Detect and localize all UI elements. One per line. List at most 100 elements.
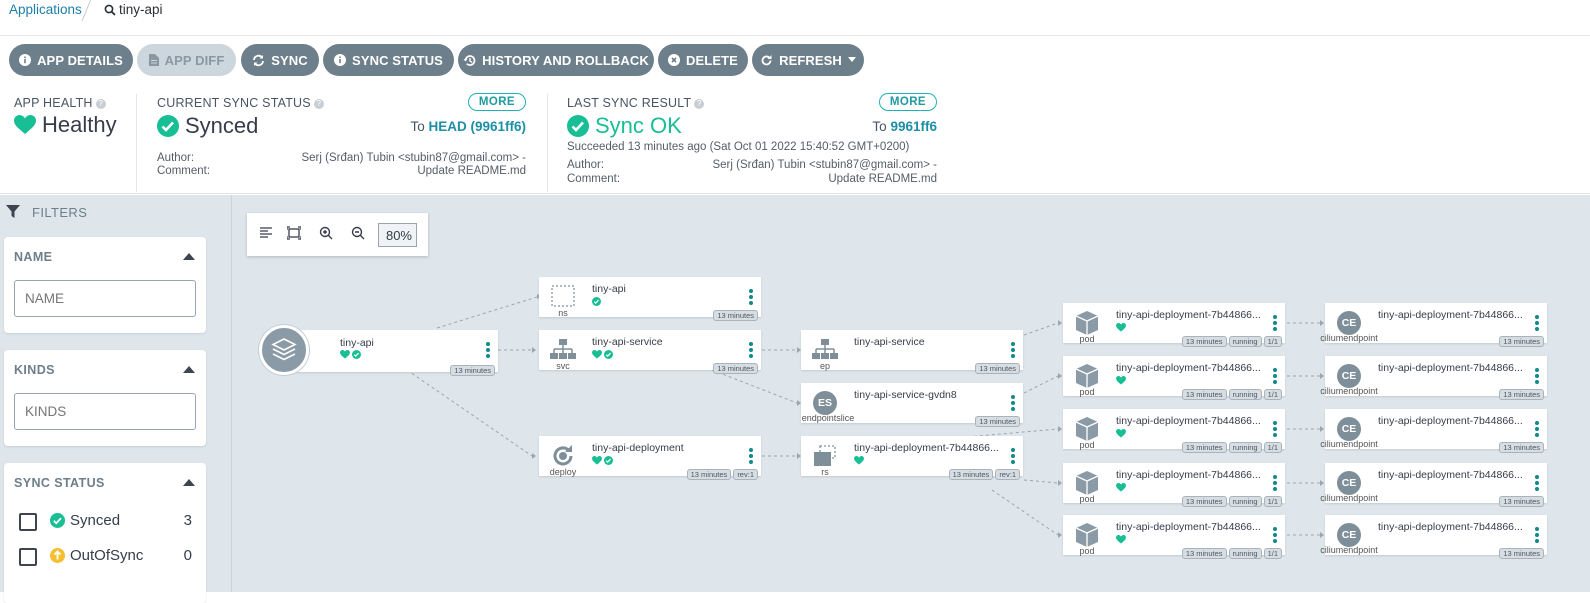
- replicaset-node[interactable]: rs tiny-api-deployment-7b44866... 13 min…: [801, 436, 1023, 480]
- ciliumendpoint-node[interactable]: CE ciliumendpoint tiny-api-deployment-7b…: [1320, 463, 1547, 507]
- help-icon[interactable]: ?: [95, 99, 106, 109]
- outofsync-filter-option[interactable]: OutOfSync: [50, 547, 143, 564]
- node-tags: 13 minutes running 1/1: [1181, 336, 1282, 347]
- more-options-icon[interactable]: [1273, 527, 1277, 545]
- sync-button[interactable]: SYNC: [241, 44, 319, 76]
- pod-node[interactable]: pod tiny-api-deployment-7b44866... 13 mi…: [1063, 356, 1285, 400]
- more-options-icon[interactable]: [486, 342, 490, 360]
- ready-tag: 1/1: [1263, 389, 1282, 400]
- breadcrumb-applications-link[interactable]: Applications: [9, 2, 82, 17]
- more-options-icon[interactable]: [1011, 395, 1015, 413]
- help-icon[interactable]: ?: [313, 99, 324, 109]
- synced-checkbox[interactable]: [19, 513, 37, 531]
- zoom-in-icon[interactable]: [319, 226, 333, 240]
- collapse-caret-icon[interactable]: [183, 366, 195, 373]
- deployment-node[interactable]: deploy tiny-api-deployment 13 minutes rev…: [539, 436, 761, 480]
- more-options-icon[interactable]: [1273, 475, 1277, 493]
- zoom-level[interactable]: 80%: [378, 223, 417, 247]
- delete-button[interactable]: DELETE: [658, 44, 748, 76]
- pod-state-tag: running: [1228, 336, 1262, 347]
- outofsync-checkbox[interactable]: [19, 548, 37, 566]
- more-options-icon[interactable]: [1535, 475, 1539, 493]
- graph-toolbar: 80%: [247, 213, 428, 256]
- delete-icon: [668, 54, 681, 66]
- synced-filter-label: Synced: [70, 512, 121, 529]
- service-node[interactable]: svc tiny-api-service 13 minutes: [539, 330, 761, 374]
- app-details-label: APP DETAILS: [37, 52, 123, 68]
- history-rollback-button[interactable]: HISTORY AND ROLLBACK: [458, 44, 654, 76]
- ciliumendpoint-node[interactable]: CE ciliumendpoint tiny-api-deployment-7b…: [1320, 356, 1547, 400]
- more-options-icon[interactable]: [1273, 421, 1277, 439]
- check-circle-icon: [157, 115, 179, 137]
- node-tags: 13 minutes running 1/1: [1181, 548, 1282, 559]
- last-sync-label: LAST SYNC RESULT: [567, 96, 692, 110]
- node-kind: ciliumendpoint: [1320, 545, 1378, 555]
- kinds-filter-input[interactable]: [14, 393, 196, 430]
- zoom-out-icon[interactable]: [351, 226, 365, 240]
- more-options-icon[interactable]: [1535, 315, 1539, 333]
- more-options-icon[interactable]: [749, 342, 753, 360]
- collapse-caret-icon[interactable]: [183, 253, 195, 260]
- revision-tag: rev:1: [733, 469, 758, 480]
- namespace-node[interactable]: ns tiny-api 13 minutes: [539, 277, 761, 321]
- synced-filter-option[interactable]: Synced: [50, 512, 120, 529]
- pod-node[interactable]: pod tiny-api-deployment-7b44866... 13 mi…: [1063, 409, 1285, 453]
- current-sync-revision-link[interactable]: HEAD (9961ff6): [428, 119, 526, 134]
- age-tag: 13 minutes: [1181, 389, 1227, 400]
- ciliumendpoint-node[interactable]: CE ciliumendpoint tiny-api-deployment-7b…: [1320, 515, 1547, 559]
- node-status: [1116, 535, 1126, 544]
- breadcrumb-current[interactable]: tiny-api: [104, 2, 163, 17]
- endpoints-node[interactable]: ep tiny-api-service 13 minutes: [801, 330, 1023, 374]
- age-tag: 13 minutes: [1181, 442, 1227, 453]
- kinds-filter-title: KINDS: [14, 363, 55, 377]
- ciliumendpoint-node[interactable]: CE ciliumendpoint tiny-api-deployment-7b…: [1320, 303, 1547, 347]
- name-filter-input[interactable]: [14, 280, 196, 317]
- more-options-icon[interactable]: [1535, 421, 1539, 439]
- sync-status-button[interactable]: SYNC STATUS: [323, 44, 454, 76]
- collapse-caret-icon[interactable]: [183, 479, 195, 486]
- sync-status-filter: SYNC STATUS Synced 3 OutOfSync 0: [4, 463, 206, 603]
- filters-title: FILTERS: [32, 205, 88, 220]
- align-left-icon[interactable]: [259, 226, 273, 240]
- outofsync-filter-label: OutOfSync: [70, 547, 144, 564]
- refresh-button[interactable]: REFRESH: [752, 44, 864, 76]
- check-circle-icon: [604, 350, 613, 359]
- node-tags: 13 minutes: [1499, 336, 1544, 347]
- more-options-icon[interactable]: [749, 448, 753, 466]
- more-options-icon[interactable]: [1011, 448, 1015, 466]
- author-label: Author:: [157, 152, 195, 164]
- app-diff-button[interactable]: APP DIFF: [137, 44, 236, 76]
- node-name: tiny-api: [592, 283, 626, 295]
- pod-node[interactable]: pod tiny-api-deployment-7b44866... 13 mi…: [1063, 303, 1285, 347]
- pod-cube-icon: [1075, 311, 1099, 335]
- pod-node[interactable]: pod tiny-api-deployment-7b44866... 13 mi…: [1063, 515, 1285, 559]
- pod-state-tag: running: [1228, 389, 1262, 400]
- more-options-icon[interactable]: [1273, 315, 1277, 333]
- edge: [406, 369, 533, 457]
- ciliumendpoint-icon: CE: [1337, 523, 1361, 547]
- author-value: Serj (Srđan) Tubin <stubin87@gmail.com> …: [712, 159, 937, 171]
- endpointslice-icon: ES: [813, 391, 837, 415]
- app-node[interactable]: tiny-api 13 minutes: [287, 330, 498, 376]
- service-icon: [550, 339, 576, 359]
- endpointslice-node[interactable]: ES endpointslice tiny-api-service-gvdn8 …: [801, 383, 1023, 427]
- fit-to-screen-icon[interactable]: [287, 226, 301, 240]
- pod-node[interactable]: pod tiny-api-deployment-7b44866... 13 mi…: [1063, 463, 1285, 507]
- more-options-icon[interactable]: [1011, 342, 1015, 360]
- heart-icon: [14, 115, 36, 134]
- more-options-icon[interactable]: [749, 289, 753, 307]
- app-details-button[interactable]: APP DETAILS: [9, 44, 133, 76]
- application-icon: [259, 325, 309, 375]
- age-tag: 13 minutes: [1499, 389, 1544, 400]
- more-options-icon[interactable]: [1535, 527, 1539, 545]
- last-sync-revision-link[interactable]: 9961ff6: [890, 119, 937, 134]
- node-kind: pod: [1079, 440, 1095, 450]
- more-options-icon[interactable]: [1273, 368, 1277, 386]
- edge: [436, 296, 538, 329]
- more-options-icon[interactable]: [1535, 368, 1539, 386]
- last-sync-more-button[interactable]: MORE: [878, 93, 937, 111]
- pod-state-tag: running: [1228, 548, 1262, 559]
- help-icon[interactable]: ?: [694, 99, 705, 109]
- ciliumendpoint-node[interactable]: CE ciliumendpoint tiny-api-deployment-7b…: [1320, 409, 1547, 453]
- current-sync-more-button[interactable]: MORE: [467, 93, 526, 111]
